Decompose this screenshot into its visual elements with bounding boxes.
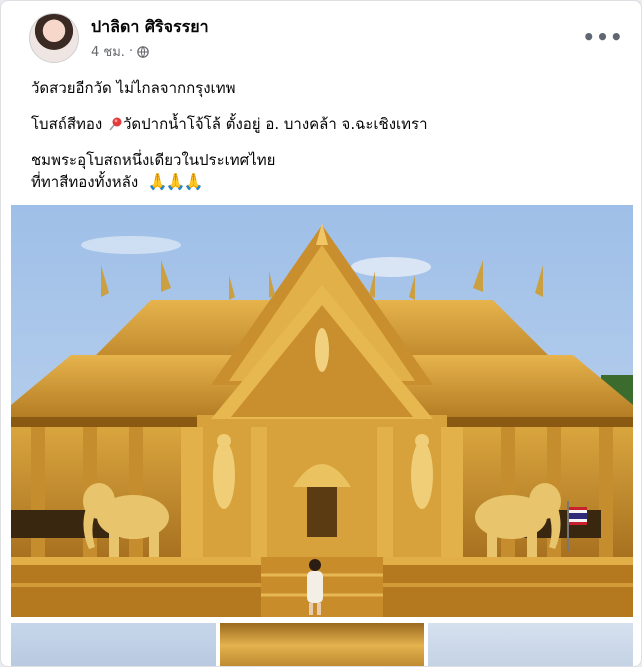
post-timestamp[interactable]: 4 ชม. xyxy=(91,41,125,62)
post-line-4: ที่ทาสีทองทั้งหลัง 🙏🙏🙏 xyxy=(31,171,621,193)
photo-thumbnails xyxy=(11,623,634,666)
post-line-2-suffix: วัดปากน้ำโจ้โล้ ตั้งอยู่ อ. บางคล้า จ.ฉะ… xyxy=(122,115,428,133)
photo-thumbnail-2[interactable] xyxy=(219,623,425,666)
post-text: วัดสวยอีกวัด ไม่ไกลจากกรุงเทพ โบสถ์สีทอง… xyxy=(31,77,621,207)
post-line-2-prefix: โบสถ์สีทอง xyxy=(31,115,107,133)
pray-emoji: 🙏🙏🙏 xyxy=(147,172,204,191)
photo-thumbnail-3[interactable] xyxy=(428,623,634,666)
facebook-post: ปาลิดา ศิริจรรยา 4 ชม. · ••• วัดสวยอีกวั… xyxy=(0,0,642,667)
post-line-1: วัดสวยอีกวัด ไม่ไกลจากกรุงเทพ xyxy=(31,79,236,97)
photo-thumbnail-1[interactable] xyxy=(11,623,216,666)
post-line-3: ชมพระอุโบสถหนึ่งเดียวในประเทศไทย xyxy=(31,151,276,169)
more-options-icon[interactable]: ••• xyxy=(582,19,622,55)
post-line-2: โบสถ์สีทอง วัดปากน้ำโจ้โล้ ตั้งอยู่ อ. บ… xyxy=(31,113,621,135)
pushpin-icon xyxy=(109,117,122,131)
golden-temple-illustration xyxy=(11,205,633,617)
post-meta: 4 ชม. · xyxy=(91,41,149,62)
post-header: ปาลิดา ศิริจรรยา 4 ชม. · ••• xyxy=(29,13,623,65)
globe-icon[interactable] xyxy=(137,45,149,58)
author-avatar[interactable] xyxy=(29,13,79,63)
post-photo-golden-temple[interactable] xyxy=(11,205,633,617)
post-line-4-text: ที่ทาสีทองทั้งหลัง xyxy=(31,173,139,191)
author-name[interactable]: ปาลิดา ศิริจรรยา xyxy=(91,15,209,40)
meta-separator: · xyxy=(128,44,134,59)
